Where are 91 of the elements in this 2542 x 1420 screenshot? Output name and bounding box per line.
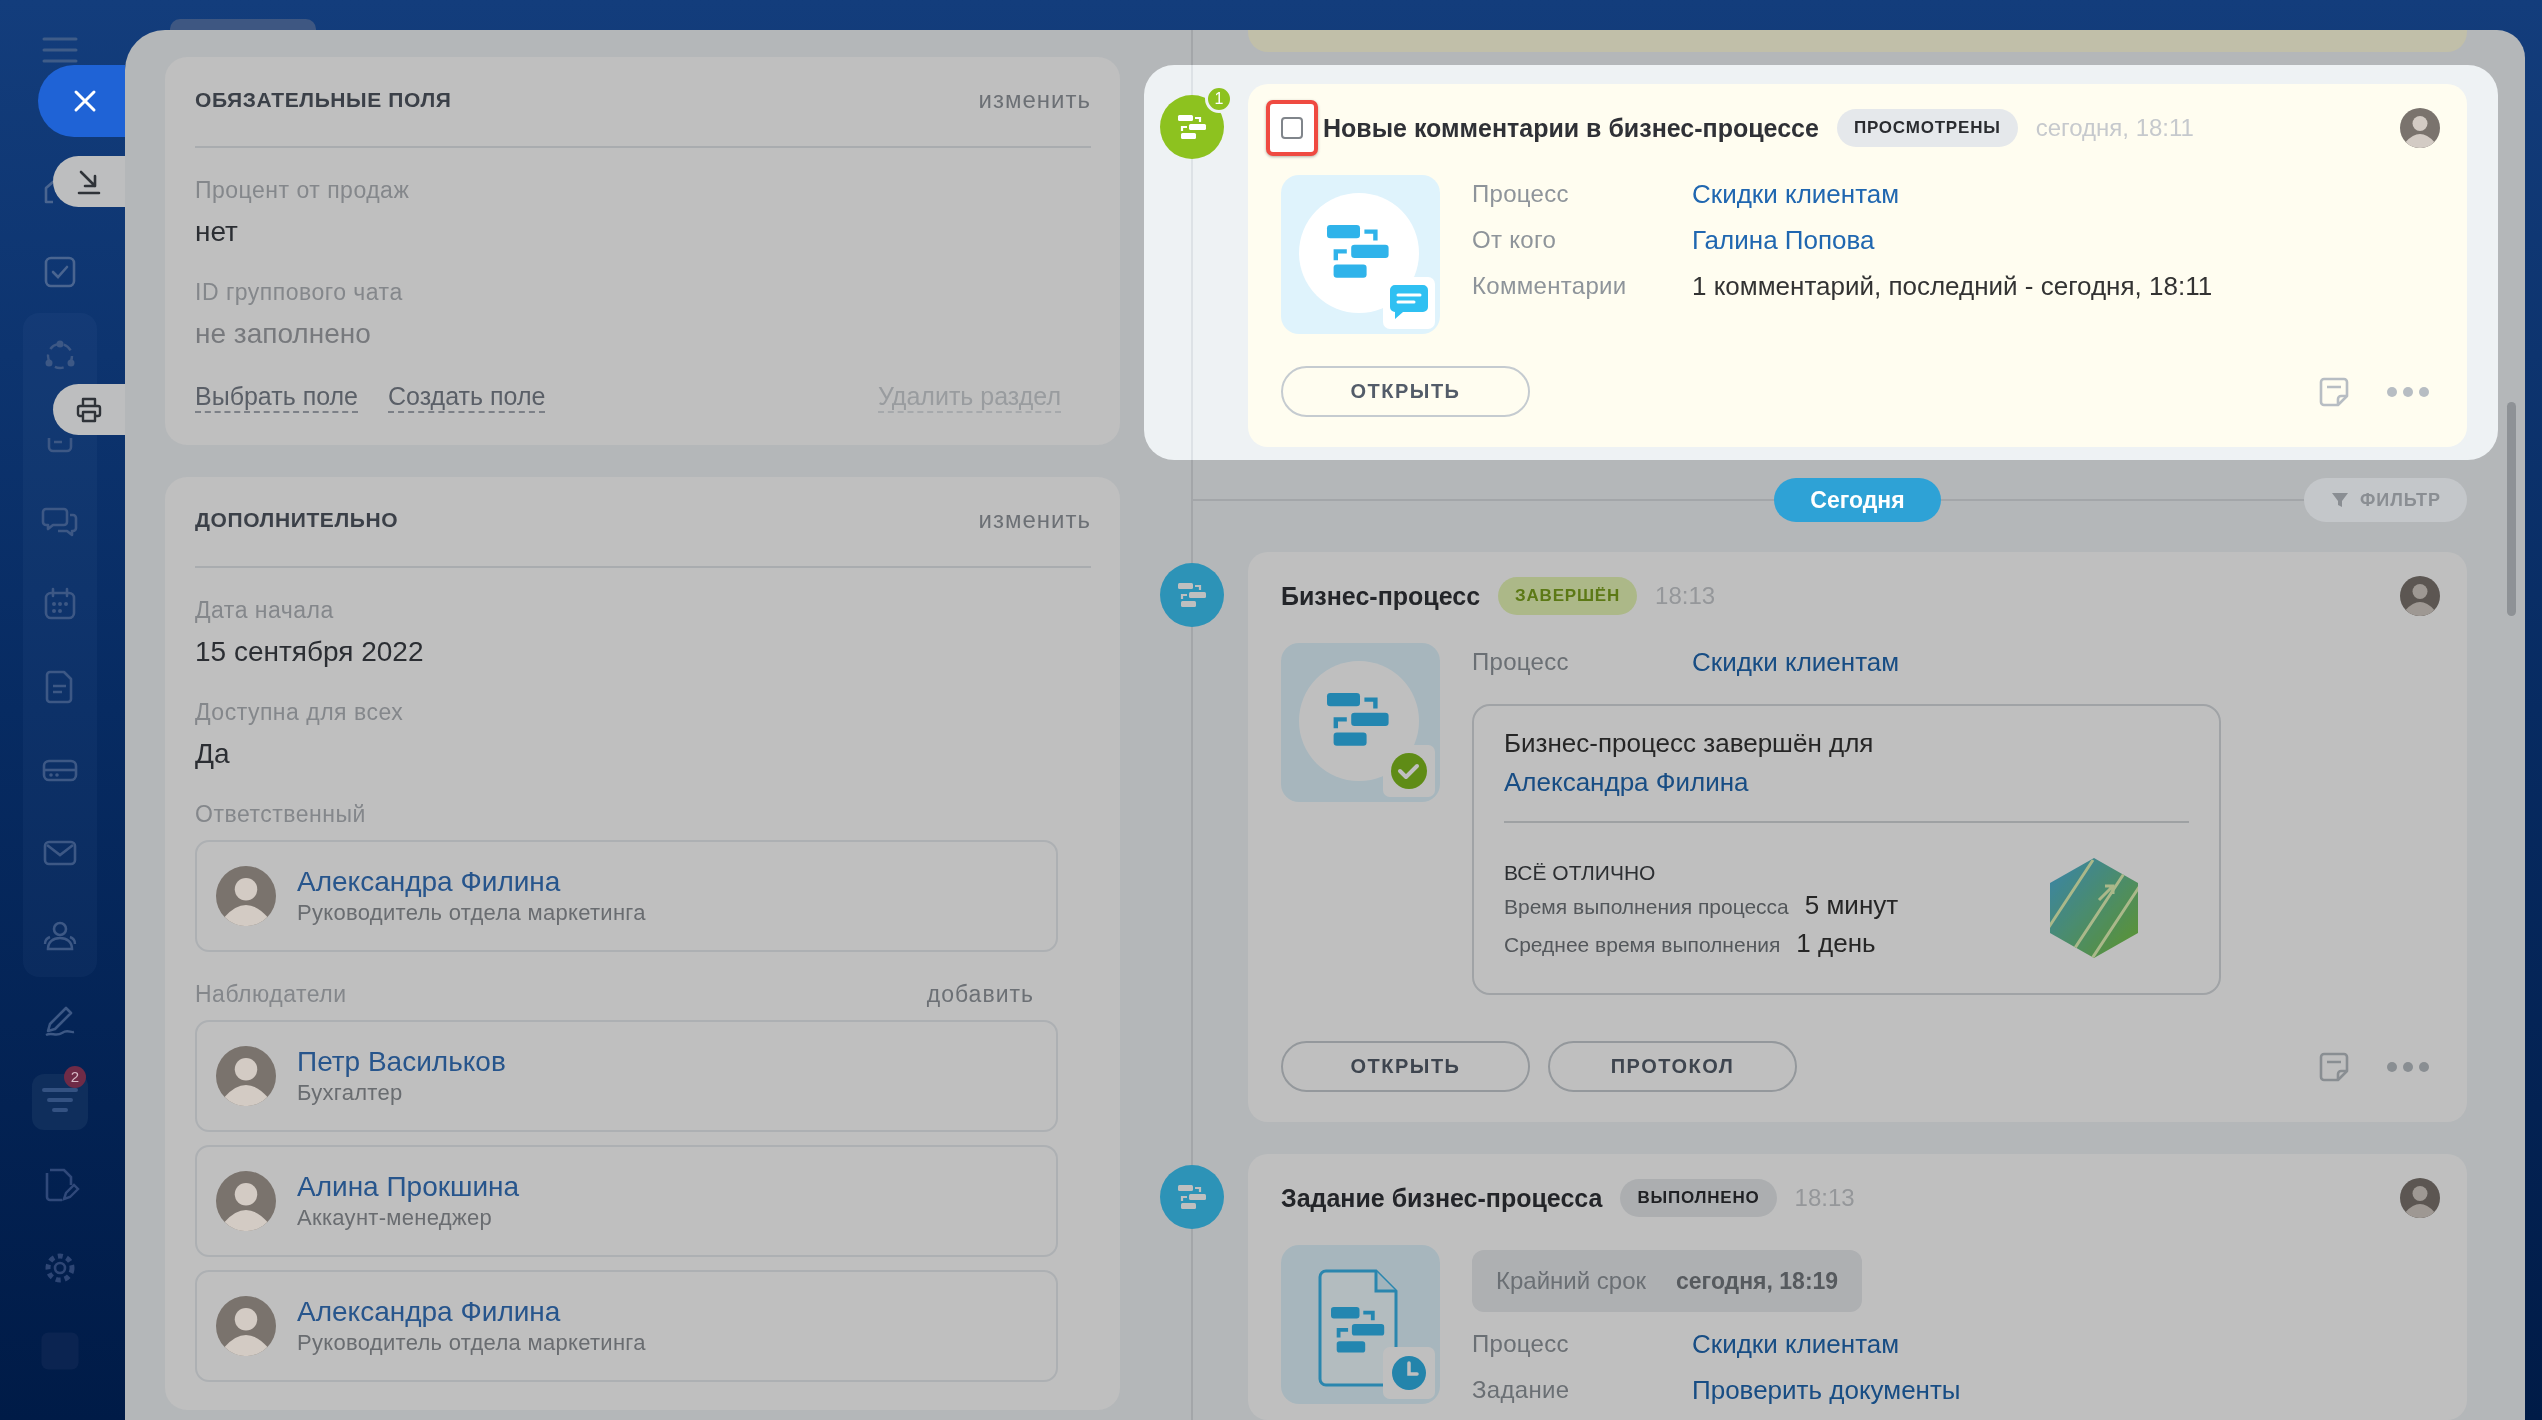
field-label: Наблюдатели: [195, 980, 347, 1008]
field-label: ID группового чата: [195, 278, 404, 306]
avatar: [216, 866, 276, 926]
stat-label: Время выполнения процесса: [1504, 894, 1789, 920]
field-label: Процесс: [1472, 648, 1570, 676]
status-badge: ПРОСМОТРЕНЫ: [1836, 109, 2018, 147]
more-icon[interactable]: [2386, 385, 2430, 398]
person-name[interactable]: Алина Прокшина: [297, 1170, 520, 1204]
field-label: Задание: [1472, 1376, 1571, 1404]
print-button[interactable]: [53, 384, 125, 435]
field-label: Ответственный: [195, 800, 366, 828]
person-role: Аккаунт-менеджер: [297, 1204, 493, 1232]
person-role: Бухгалтер: [297, 1079, 403, 1107]
field-label: Процесс: [1472, 180, 1570, 208]
avatar: [2400, 108, 2440, 148]
deadline-value: сегодня, 18:19: [1676, 1267, 1839, 1295]
action-button[interactable]: ПРОТОКОЛ: [1548, 1041, 1797, 1092]
section-title: ОБЯЗАТЕЛЬНЫЕ ПОЛЯ: [195, 87, 452, 113]
person-card[interactable]: Петр Васильков Бухгалтер: [195, 1020, 1058, 1132]
edit-link[interactable]: изменить: [978, 507, 1091, 533]
close-icon: [72, 89, 97, 113]
status-badge: ЗАВЕРШЁН: [1498, 577, 1638, 615]
field-label: Дата начала: [195, 596, 335, 624]
document-clock-icon: [1281, 1245, 1440, 1404]
person-name[interactable]: Александра Филина: [297, 1295, 561, 1329]
note-icon[interactable]: [2318, 1050, 2350, 1083]
section-title: ДОПОЛНИТЕЛЬНО: [195, 507, 399, 533]
more-icon[interactable]: [2386, 1060, 2430, 1073]
note-icon[interactable]: [2318, 375, 2350, 408]
field-label: Процент от продаж: [195, 176, 411, 204]
funnel-icon: [2329, 490, 2350, 510]
person-card[interactable]: Алина Прокшина Аккаунт-менеджер: [195, 1145, 1058, 1257]
status-badge: ВЫПОЛНЕНО: [1620, 1179, 1777, 1217]
entry-title: Задание бизнес-процесса: [1281, 1183, 1603, 1213]
dashed-link[interactable]: Выбрать поле: [195, 381, 359, 413]
menu-icon[interactable]: [40, 36, 80, 64]
date-separator: Сегодня: [1774, 478, 1941, 522]
minimize-button[interactable]: [53, 156, 125, 207]
field-link[interactable]: Скидки клиентам: [1692, 646, 1900, 678]
deadline-label: Крайний срок: [1496, 1267, 1646, 1295]
flow-icon: [1160, 563, 1224, 627]
field-value: нет: [195, 215, 239, 249]
field-label: Комментарии: [1472, 272, 1628, 300]
person-name[interactable]: Александра Филина: [297, 865, 561, 899]
filter-icon[interactable]: [32, 1073, 88, 1130]
person-role: Руководитель отдела маркетинга: [297, 1329, 646, 1357]
person-role: Руководитель отдела маркетинга: [297, 899, 646, 927]
avatar: [216, 1171, 276, 1231]
field-link[interactable]: Скидки клиентам: [1692, 1328, 1900, 1360]
stat-value: 5 минут: [1804, 889, 1899, 922]
avatar: [2400, 576, 2440, 616]
action-button[interactable]: ОТКРЫТЬ: [1281, 1041, 1530, 1092]
count-badge: 1: [1205, 85, 1233, 113]
checkbox[interactable]: [1281, 117, 1303, 139]
person-link[interactable]: Александра Филина: [1504, 767, 1749, 797]
dashed-link[interactable]: Создать поле: [388, 381, 546, 413]
result-sentence: Бизнес-процесс завершён для Александра Филина: [1504, 727, 1875, 799]
edit-link[interactable]: изменить: [978, 87, 1091, 113]
entry-title: Новые комментарии в бизнес-процессе: [1323, 113, 1819, 143]
avatar: [216, 1296, 276, 1356]
add-link[interactable]: добавить: [926, 980, 1034, 1008]
person-card[interactable]: Александра Филина Руководитель отдела маркетинга: [195, 1270, 1058, 1382]
printer-icon: [75, 395, 103, 424]
avatar: [2400, 1178, 2440, 1218]
field-label: От кого: [1472, 226, 1558, 254]
entry-title: Бизнес-процесс: [1281, 581, 1481, 611]
field-value: не заполнено: [195, 317, 372, 351]
scrollbar[interactable]: [2507, 402, 2516, 616]
stat-label: Среднее время выполнения: [1504, 932, 1781, 958]
field-label: Доступна для всех: [195, 698, 405, 726]
verdict-label: ВСЁ ОТЛИЧНО: [1504, 860, 1657, 886]
field-link[interactable]: Проверить документы: [1692, 1374, 1961, 1406]
panel-tab[interactable]: [170, 19, 316, 30]
field-value: Да: [195, 737, 231, 771]
flow-check-icon: [1281, 643, 1440, 802]
chat-flow-icon: [1281, 175, 1440, 334]
person-card[interactable]: Александра Филина Руководитель отдела маркетинга: [195, 840, 1058, 952]
hexagon-badge-icon: [2047, 856, 2141, 960]
action-button[interactable]: ОТКРЫТЬ: [1281, 366, 1530, 417]
field-link[interactable]: Галина Попова: [1692, 224, 1875, 256]
field-value: 15 сентября 2022: [195, 635, 425, 669]
stat-value: 1 день: [1796, 927, 1876, 960]
counter-badge: 2: [64, 1066, 86, 1088]
field-value: 1 комментарий, последний - сегодня, 18:11: [1692, 270, 2213, 302]
flow-icon: [1160, 1165, 1224, 1229]
avatar: [216, 1046, 276, 1106]
timestamp: сегодня, 18:11: [2035, 114, 2194, 142]
close-button[interactable]: [38, 65, 125, 137]
field-link[interactable]: Скидки клиентам: [1692, 178, 1900, 210]
person-name[interactable]: Петр Васильков: [297, 1045, 506, 1079]
field-label: Процесс: [1472, 1330, 1570, 1358]
